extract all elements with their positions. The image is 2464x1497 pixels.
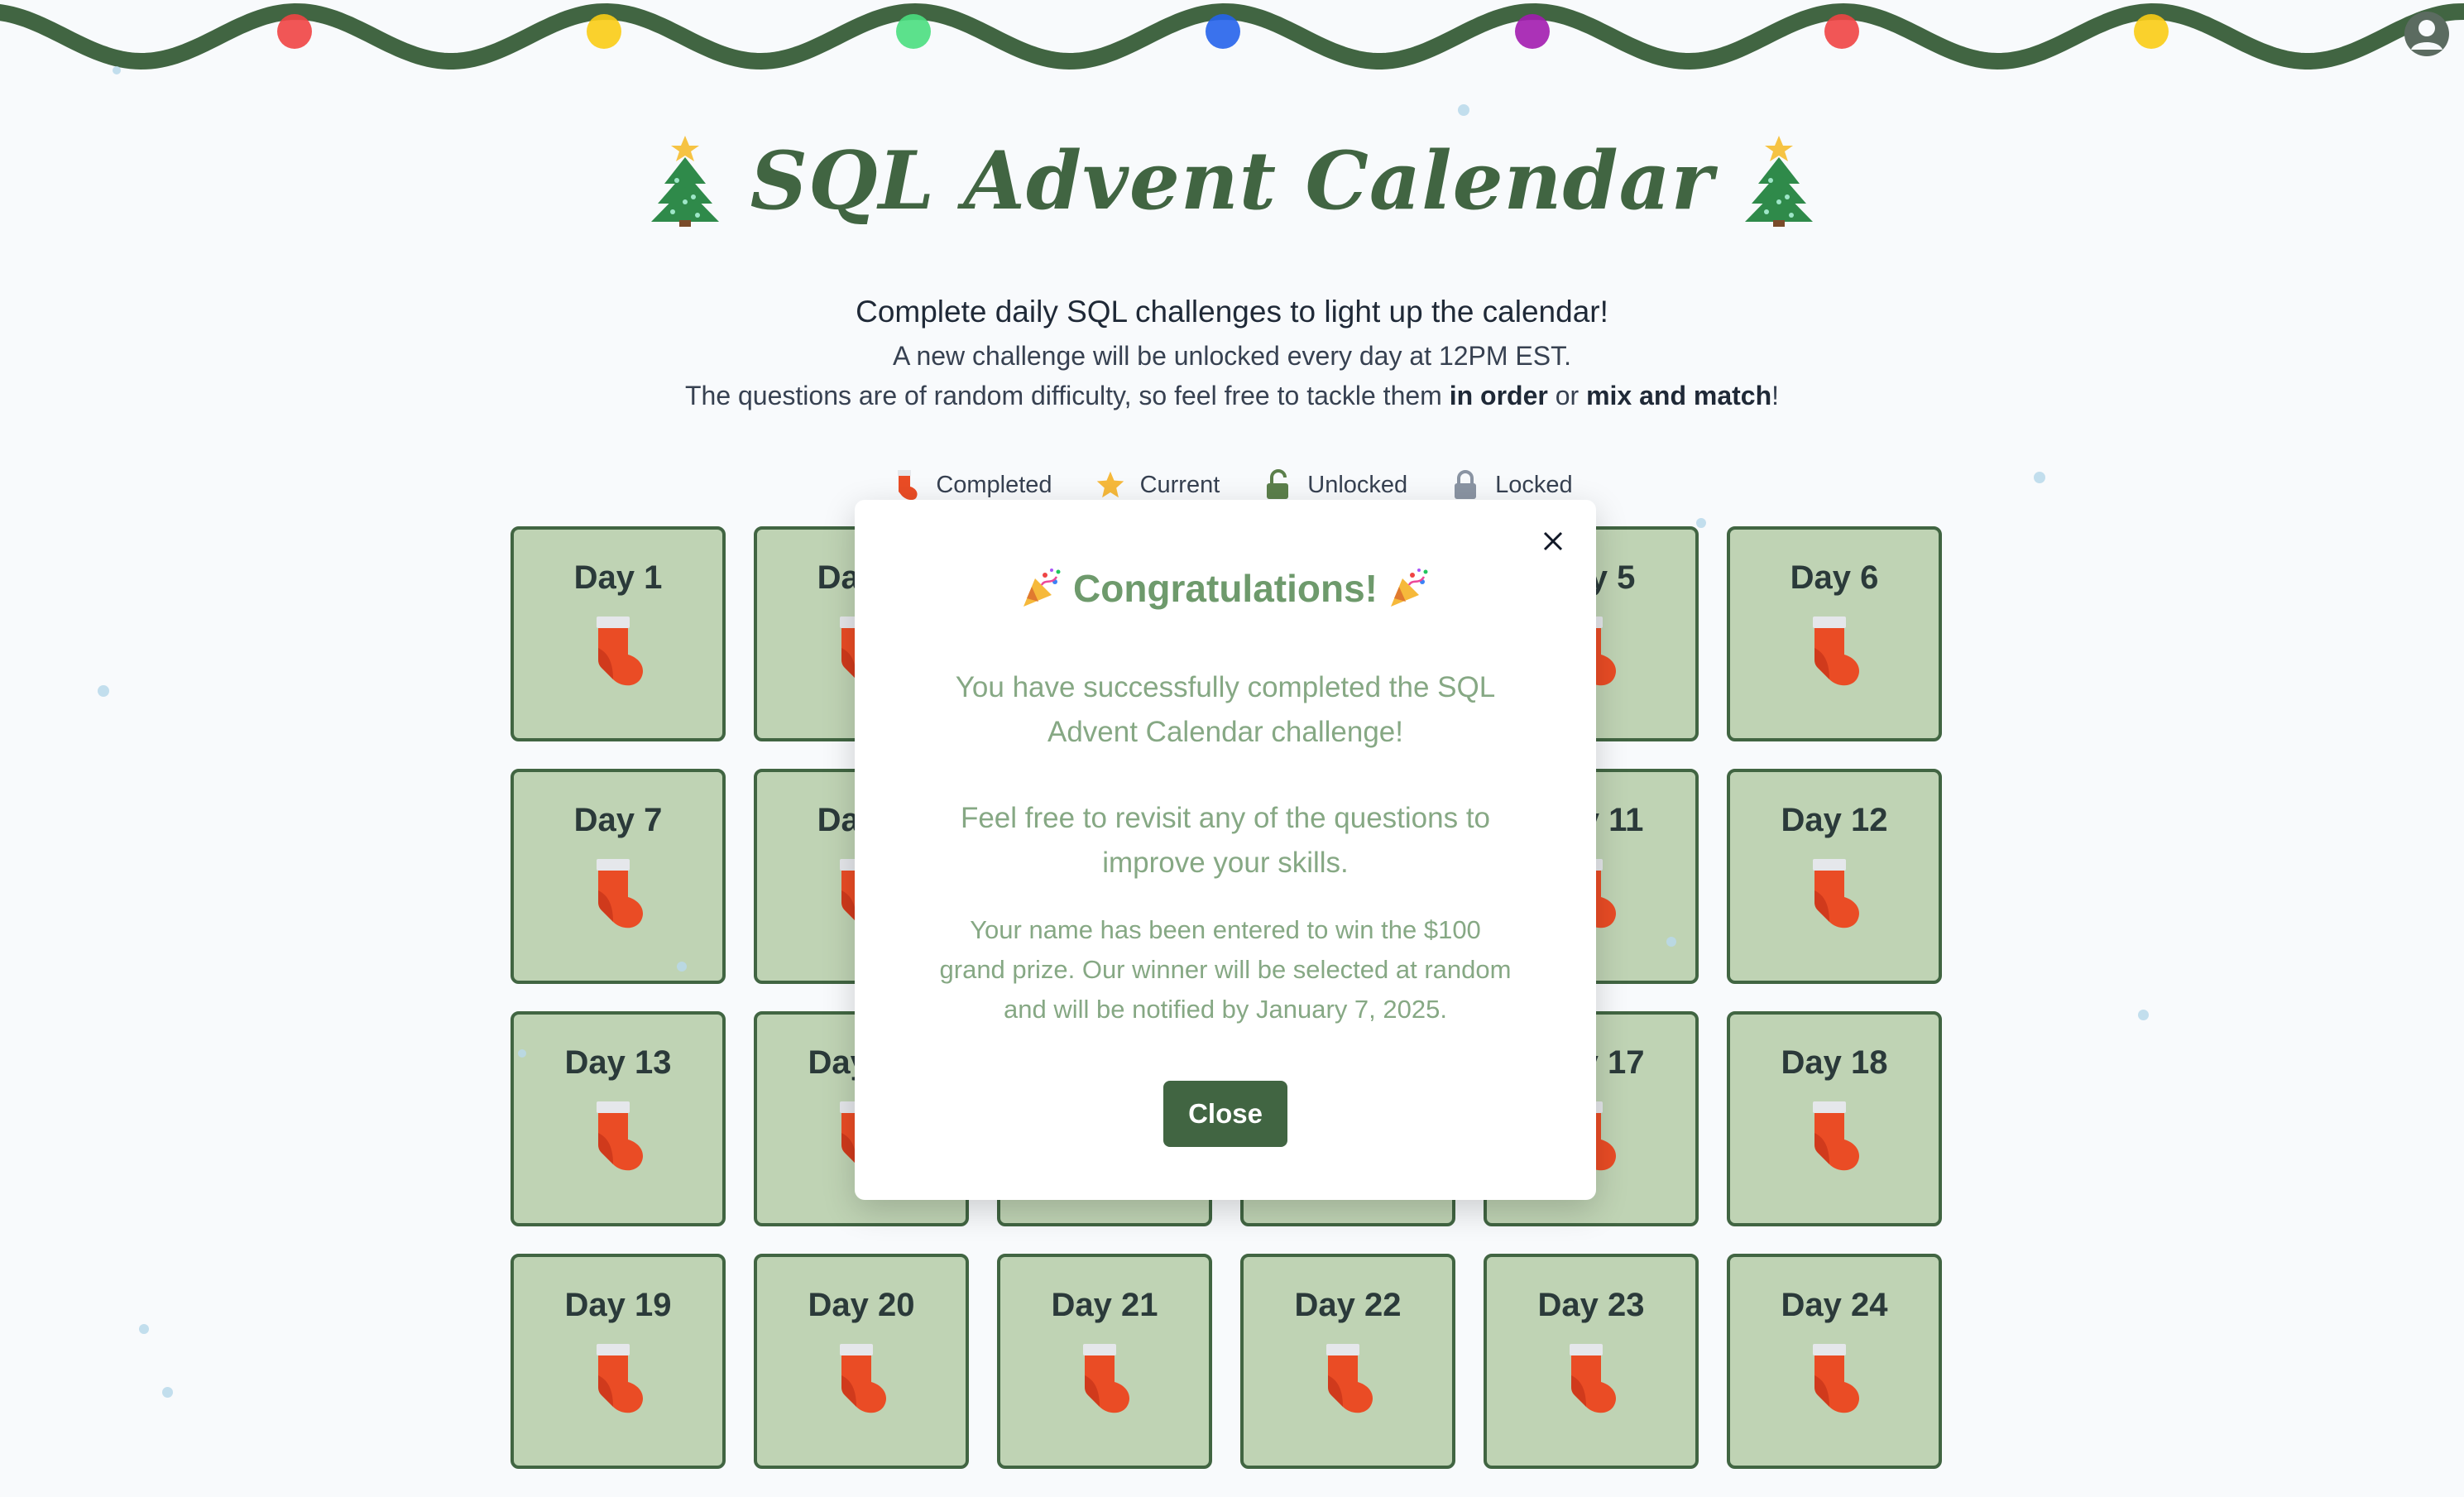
light-bulb <box>896 14 931 49</box>
snowflake <box>1666 937 1676 947</box>
stocking-icon <box>898 470 918 501</box>
day-label: Day 7 <box>573 802 663 838</box>
day-card[interactable]: Day 19 <box>511 1254 726 1469</box>
stocking-icon <box>1570 1344 1617 1413</box>
subtitle-difficulty-prefix: The questions are of random difficulty, … <box>684 381 1450 410</box>
day-label: Day 6 <box>1790 559 1879 596</box>
legend-item-current: Current <box>1095 468 1220 501</box>
legend-label: Completed <box>936 471 1052 498</box>
legend-item-completed: Completed <box>891 468 1052 501</box>
modal-completion-text: You have successfully completed the SQL … <box>955 671 1496 748</box>
stocking-icon <box>1813 1101 1860 1171</box>
page-title-row: SQL Advent Calendar <box>0 132 2464 228</box>
snowflake <box>677 962 687 972</box>
stocking-icon <box>1813 617 1860 686</box>
snowflake <box>1696 518 1706 528</box>
christmas-tree-icon <box>650 136 719 227</box>
legend-item-unlocked: Unlocked <box>1263 468 1407 501</box>
stocking-icon <box>1083 1344 1130 1413</box>
day-label: Day 21 <box>1051 1287 1158 1323</box>
star-icon <box>1096 471 1124 498</box>
user-account-icon[interactable] <box>2403 10 2451 58</box>
modal-heading: Congratulations! <box>1073 567 1378 610</box>
day-label: Day 24 <box>1781 1287 1888 1323</box>
stocking-icon <box>840 1344 887 1413</box>
close-button[interactable]: Close <box>1163 1081 1287 1147</box>
subtitle-unlock: A new challenge will be unlocked every d… <box>892 341 1571 371</box>
snowflake <box>1458 104 1469 116</box>
light-bulb <box>1515 14 1550 49</box>
light-bulb <box>1824 14 1859 49</box>
day-card[interactable]: Day 1 <box>511 526 726 741</box>
stocking-icon <box>597 1101 644 1171</box>
day-card[interactable]: Day 22 <box>1240 1254 1455 1469</box>
light-bulb <box>1206 14 1240 49</box>
subtitle-main: Complete daily SQL challenges to light u… <box>856 295 1608 329</box>
snowflake <box>98 685 109 697</box>
subtitle-difficulty-mid: or <box>1547 381 1587 410</box>
day-label: Day 20 <box>808 1287 915 1323</box>
day-card[interactable]: Day 12 <box>1727 769 1942 984</box>
party-popper-icon <box>1390 569 1428 607</box>
modal-prize-text: Your name has been entered to win the $1… <box>939 915 1512 1024</box>
day-label: Day 12 <box>1781 802 1888 838</box>
day-label: Day 13 <box>564 1044 672 1081</box>
day-card[interactable]: Day 18 <box>1727 1011 1942 1226</box>
subtitle-difficulty-suffix: ! <box>1771 381 1780 410</box>
day-label: Day 1 <box>573 559 663 596</box>
day-card[interactable]: Day 21 <box>997 1254 1212 1469</box>
day-label: Day 23 <box>1537 1287 1645 1323</box>
close-icon[interactable] <box>1536 525 1570 558</box>
legend-item-locked: Locked <box>1450 468 1573 501</box>
day-card[interactable]: Day 23 <box>1484 1254 1699 1469</box>
legend-label: Locked <box>1495 471 1573 498</box>
snowflake <box>2138 1010 2149 1020</box>
unlocked-lock-icon <box>1267 469 1289 499</box>
subtitle-bold-mix-and-match: mix and match <box>1586 381 1772 410</box>
day-label: Day 22 <box>1294 1287 1402 1323</box>
light-bulb <box>2134 14 2169 49</box>
day-card[interactable]: Day 13 <box>511 1011 726 1226</box>
subtitle-difficulty: The questions are of random difficulty, … <box>0 381 2464 411</box>
stocking-icon <box>1326 1344 1373 1413</box>
stocking-icon <box>1813 859 1860 928</box>
christmas-tree-icon <box>1745 136 1814 227</box>
party-popper-icon <box>1023 569 1061 607</box>
page-title: SQL Advent Calendar <box>750 133 1714 228</box>
stocking-icon <box>1813 1344 1860 1413</box>
legend-label: Current <box>1139 471 1220 498</box>
modal-heading-row: Congratulations! <box>855 566 1596 611</box>
snowflake <box>113 66 121 74</box>
light-bulb <box>277 14 312 49</box>
day-label: Day 19 <box>564 1287 672 1323</box>
snowflake <box>162 1387 173 1398</box>
legend-label: Unlocked <box>1307 471 1408 498</box>
day-card[interactable]: Day 7 <box>511 769 726 984</box>
day-card[interactable]: Day 20 <box>754 1254 969 1469</box>
stocking-icon <box>597 617 644 686</box>
congratulations-modal: Congratulations! You have successfully c… <box>855 500 1596 1200</box>
day-label: Day 18 <box>1781 1044 1888 1081</box>
christmas-lights-garland <box>0 2 2464 70</box>
subtitle-bold-in-order: in order <box>1449 381 1548 410</box>
snowflake <box>518 1049 526 1058</box>
day-card[interactable]: Day 24 <box>1727 1254 1942 1469</box>
stocking-icon <box>597 1344 644 1413</box>
status-legend: Completed Current Unlocked Locked <box>0 468 2464 501</box>
modal-revisit-text: Feel free to revisit any of the question… <box>960 802 1491 879</box>
day-card[interactable]: Day 6 <box>1727 526 1942 741</box>
stocking-icon <box>597 859 644 928</box>
light-bulb <box>587 14 621 49</box>
locked-lock-icon <box>1455 470 1477 499</box>
snowflake <box>139 1324 149 1334</box>
